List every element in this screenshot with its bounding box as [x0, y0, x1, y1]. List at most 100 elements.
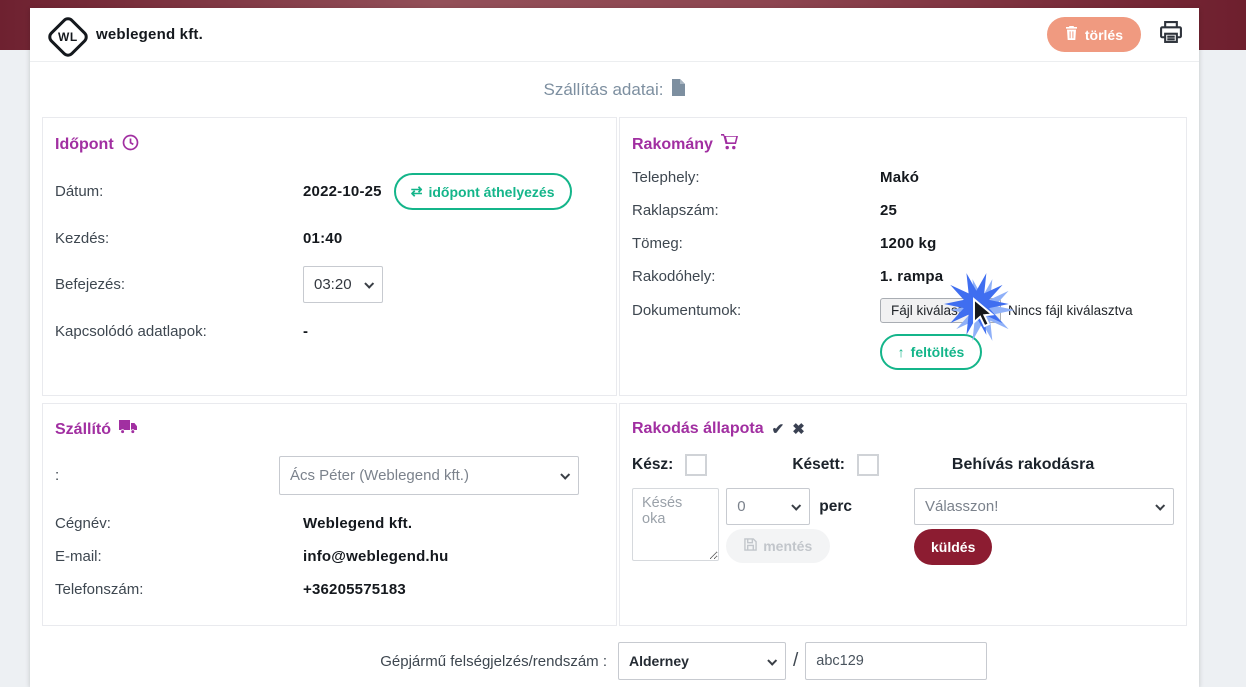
- upload-button[interactable]: ↑ feltöltés: [880, 334, 982, 370]
- row-email: E-mail: info@weblegend.hu: [55, 545, 604, 567]
- row-upload: ↑ feltöltés: [632, 334, 1174, 370]
- call-in-group: Válasszon! küldés: [914, 488, 1174, 565]
- row-raklapszam: Raklapszám: 25: [632, 199, 1174, 221]
- rakodohely-value: 1. rampa: [880, 268, 943, 285]
- printer-icon[interactable]: [1157, 18, 1185, 51]
- szallito-select-label: :: [55, 467, 279, 484]
- perc-label: perc: [819, 498, 852, 516]
- main-card: WL weblegend kft. törlés Szállítás adata…: [30, 8, 1199, 687]
- cegnev-label: Cégnév:: [55, 515, 303, 532]
- befejezes-label: Befejezés:: [55, 276, 303, 293]
- document-icon[interactable]: [671, 79, 686, 101]
- upload-arrow-icon: ↑: [898, 344, 905, 360]
- row-dokumentumok: Dokumentumok: Fájl kiválasztása Nincs fá…: [632, 298, 1174, 323]
- gepjarmu-country-select[interactable]: Alderney: [618, 642, 786, 680]
- kesett-checkbox[interactable]: [857, 454, 879, 476]
- szallito-title-text: Szállító: [55, 421, 111, 439]
- logo-icon: WL: [45, 14, 90, 59]
- raklapszam-value: 25: [880, 202, 897, 219]
- panel-rakodas: Rakodás állapota ✔ ✖ Kész: Késett: Behív…: [619, 403, 1187, 626]
- behivas-label: Behívás rakodásra: [952, 456, 1094, 474]
- kapcsolodo-value: -: [303, 323, 308, 340]
- file-choose-button[interactable]: Fájl kiválasztása: [880, 298, 1001, 323]
- upload-button-label: feltöltés: [911, 344, 965, 360]
- plate-separator: /: [793, 650, 798, 672]
- idopont-title: Időpont: [55, 134, 604, 156]
- kesz-checkbox[interactable]: [685, 454, 707, 476]
- row-cegnev: Cégnév: Weblegend kft.: [55, 512, 604, 534]
- page-title-text: Szállítás adatai:: [543, 80, 663, 100]
- befejezes-select[interactable]: 03:20: [303, 266, 383, 303]
- swap-icon: ⇄: [411, 183, 423, 200]
- panel-idopont: Időpont Dátum: 2022-10-25 ⇄ időpont áthe…: [42, 117, 617, 396]
- logo[interactable]: WL weblegend kft.: [46, 17, 203, 53]
- kezdes-label: Kezdés:: [55, 230, 303, 247]
- dokumentumok-label: Dokumentumok:: [632, 302, 880, 319]
- gepjarmu-country-value: Alderney: [629, 653, 689, 669]
- chevron-down-icon: [792, 501, 802, 511]
- delay-save-label: mentés: [763, 538, 812, 554]
- tomeg-value: 1200 kg: [880, 235, 936, 252]
- kapcsolodo-label: Kapcsolódó adatlapok:: [55, 323, 303, 340]
- telefonszam-value: +36205575183: [303, 581, 406, 598]
- check-icon[interactable]: ✔: [772, 420, 785, 438]
- move-time-label: időpont áthelyezés: [428, 184, 554, 200]
- szallito-title: Szállító: [55, 420, 604, 439]
- move-time-button[interactable]: ⇄ időpont áthelyezés: [394, 173, 572, 210]
- status-checkbox-row: Kész: Késett: Behívás rakodásra: [632, 454, 1174, 476]
- cegnev-value: Weblegend kft.: [303, 515, 412, 532]
- file-status-text: Nincs fájl kiválasztva: [1008, 303, 1133, 318]
- gepjarmu-label: Gépjármű felségjelzés/rendszám :: [30, 653, 618, 670]
- row-gepjarmu: Gépjármű felségjelzés/rendszám : Alderne…: [30, 642, 1199, 680]
- delete-button[interactable]: törlés: [1047, 17, 1141, 52]
- telephely-label: Telephely:: [632, 169, 880, 186]
- idopont-title-text: Időpont: [55, 136, 114, 154]
- row-kezdes: Kezdés: 01:40: [55, 227, 604, 249]
- email-label: E-mail:: [55, 548, 303, 565]
- card-header: WL weblegend kft. törlés: [30, 8, 1199, 62]
- delay-save-button[interactable]: mentés: [726, 529, 830, 563]
- perc-select[interactable]: 0: [726, 488, 810, 525]
- chevron-down-icon: [1155, 501, 1165, 511]
- rakodas-title: Rakodás állapota ✔ ✖: [632, 420, 1174, 438]
- logo-badge: WL: [58, 30, 78, 44]
- x-icon[interactable]: ✖: [792, 420, 805, 438]
- row-datum: Dátum: 2022-10-25 ⇄ időpont áthelyezés: [55, 173, 604, 210]
- perc-select-value: 0: [737, 498, 745, 515]
- datum-value: 2022-10-25: [303, 183, 382, 200]
- trash-icon: [1065, 26, 1078, 43]
- szallito-select-value: Ács Péter (Weblegend kft.): [290, 467, 469, 484]
- telefonszam-label: Telefonszám:: [55, 581, 303, 598]
- row-kapcsolodo: Kapcsolódó adatlapok: -: [55, 320, 604, 342]
- raklapszam-label: Raklapszám:: [632, 202, 880, 219]
- row-telephely: Telephely: Makó: [632, 166, 1174, 188]
- valasszon-select[interactable]: Válasszon!: [914, 488, 1174, 525]
- kesett-label: Késett:: [792, 456, 845, 474]
- cart-icon: [721, 134, 738, 155]
- chevron-down-icon: [767, 655, 777, 665]
- email-value: info@weblegend.hu: [303, 548, 449, 565]
- row-befejezes: Befejezés: 03:20: [55, 266, 604, 303]
- row-tomeg: Tömeg: 1200 kg: [632, 232, 1174, 254]
- send-button[interactable]: küldés: [914, 529, 992, 565]
- rakomany-title: Rakomány: [632, 134, 1174, 155]
- page-title: Szállítás adatai:: [30, 62, 1199, 117]
- delete-button-label: törlés: [1085, 27, 1123, 43]
- telephely-value: Makó: [880, 169, 919, 186]
- kezdes-value: 01:40: [303, 230, 342, 247]
- szallito-select[interactable]: Ács Péter (Weblegend kft.): [279, 456, 579, 495]
- logo-text: weblegend kft.: [96, 26, 203, 43]
- valasszon-select-value: Válasszon!: [925, 498, 998, 515]
- clock-icon: [122, 134, 139, 156]
- panel-grid: Időpont Dátum: 2022-10-25 ⇄ időpont áthe…: [42, 117, 1187, 626]
- chevron-down-icon: [560, 470, 570, 480]
- row-telefonszam: Telefonszám: +36205575183: [55, 578, 604, 600]
- truck-icon: [119, 420, 137, 439]
- delay-reason-textarea[interactable]: [632, 488, 719, 561]
- datum-label: Dátum:: [55, 183, 303, 200]
- rakomany-title-text: Rakomány: [632, 136, 713, 154]
- panel-rakomany: Rakomány Telephely: Makó Raklapszám: 25 …: [619, 117, 1187, 396]
- chevron-down-icon: [364, 279, 374, 289]
- gepjarmu-plate-input[interactable]: [805, 642, 987, 680]
- kesz-label: Kész:: [632, 456, 673, 474]
